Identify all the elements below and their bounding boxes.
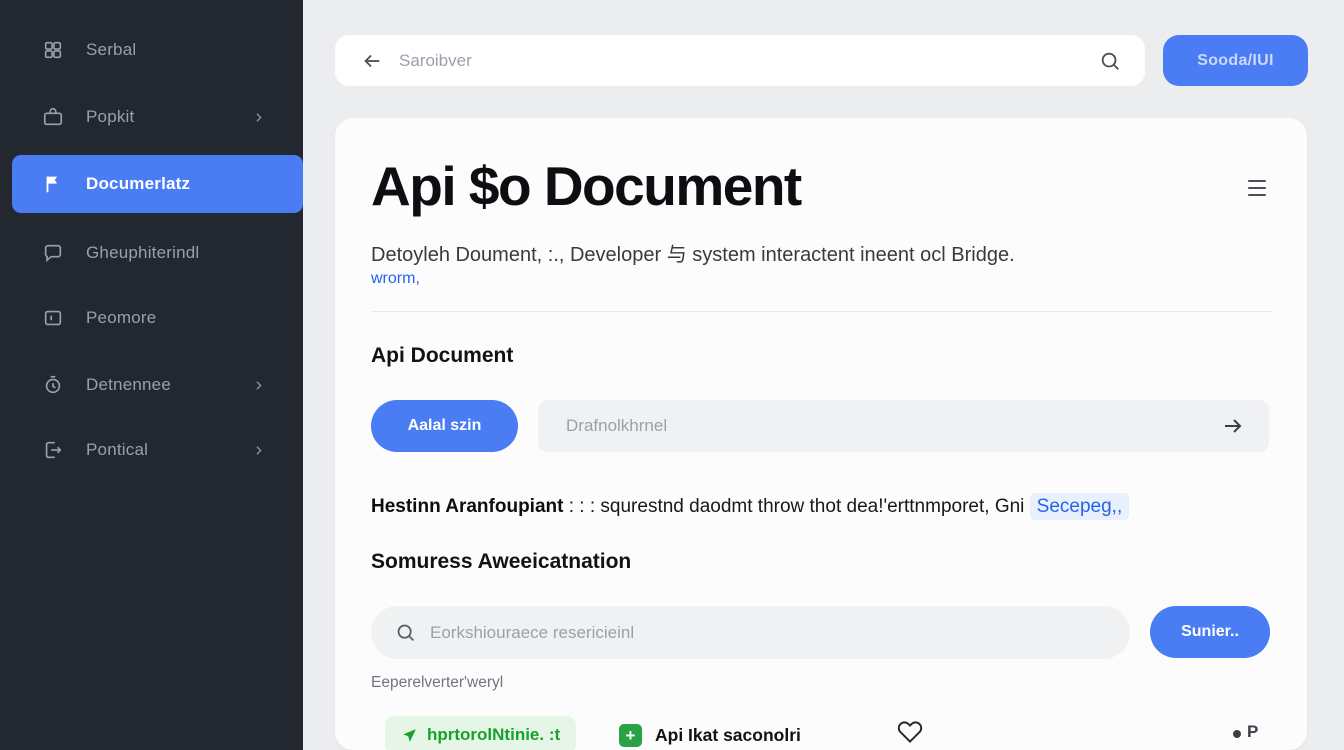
- note-bold-text: Hestinn Aranfoupiant: [371, 496, 563, 517]
- p-badge-icon[interactable]: P: [1247, 722, 1258, 742]
- status-badge[interactable]: hprtorolNtinie. :t: [385, 716, 576, 750]
- add-button[interactable]: Aalal szin: [371, 400, 518, 452]
- sidebar-item-label: Popkit: [86, 107, 134, 127]
- resources-heading: Somuress Aweeicatnation: [371, 550, 631, 574]
- sidebar-item-label: Pontical: [86, 440, 148, 460]
- sidebar-item-serbal[interactable]: Serbal: [0, 26, 303, 74]
- resources-search-button[interactable]: Sunier..: [1150, 606, 1270, 658]
- topbar-action-button[interactable]: Sooda/IUI: [1163, 35, 1308, 86]
- sidebar: Serbal Popkit Documerlatz Gheuphiterindl: [0, 0, 303, 750]
- status-badge-label: hprtorolNtinie. :t: [427, 725, 560, 745]
- logout-icon: [42, 439, 64, 461]
- grid-icon: [42, 39, 64, 61]
- divider: [371, 311, 1271, 312]
- clock-icon: [42, 374, 64, 396]
- menu-icon[interactable]: [1248, 180, 1266, 201]
- flag-icon: [42, 173, 64, 195]
- chevron-right-icon: [252, 111, 265, 124]
- resources-search-bar: [371, 606, 1130, 659]
- page-subtitle: Detoyleh Doument, :., Developer 与 system…: [371, 238, 1015, 267]
- note-body-text: : : : squrestnd daodmt throw thot dea!'e…: [563, 496, 1029, 517]
- sidebar-item-label: Serbal: [86, 40, 136, 60]
- result-item-title: Api Ikat saconolri: [655, 725, 801, 746]
- api-section-heading: Api Document: [371, 344, 513, 368]
- heart-icon[interactable]: [897, 718, 923, 744]
- description-note: Hestinn Aranfoupiant : : : squrestnd dao…: [371, 496, 1129, 518]
- search-icon[interactable]: [1099, 50, 1121, 72]
- search-icon: [395, 622, 416, 643]
- search-input[interactable]: [399, 51, 1099, 71]
- subtitle-link[interactable]: wrorm,: [371, 270, 420, 288]
- content-card: Api $o Document Detoyleh Doument, :., De…: [335, 118, 1307, 750]
- card-icon: [42, 307, 64, 329]
- sidebar-item-label: Gheuphiterindl: [86, 243, 199, 263]
- chat-icon: [42, 242, 64, 264]
- sidebar-item-label: Documerlatz: [86, 174, 190, 194]
- sidebar-item-label: Detnennee: [86, 375, 171, 395]
- green-plus-icon: +: [619, 724, 642, 747]
- sidebar-item-detnennee[interactable]: Detnennee: [0, 361, 303, 409]
- sidebar-item-popkit[interactable]: Popkit: [0, 93, 303, 141]
- sidebar-item-peomore[interactable]: Peomore: [0, 294, 303, 342]
- note-highlight-link[interactable]: Secepeg,,: [1030, 493, 1130, 520]
- chevron-right-icon: [252, 444, 265, 457]
- page-title: Api $o Document: [371, 154, 801, 218]
- api-input-field: [538, 400, 1269, 452]
- sidebar-item-pontical[interactable]: Pontical: [0, 426, 303, 474]
- arrow-right-icon[interactable]: [1221, 414, 1245, 438]
- sidebar-item-label: Peomore: [86, 308, 156, 328]
- dot-icon[interactable]: [1233, 730, 1241, 738]
- back-arrow-icon[interactable]: [361, 50, 383, 72]
- sidebar-item-gheuphiterindl[interactable]: Gheuphiterindl: [0, 229, 303, 277]
- share-arrow-icon: [401, 727, 418, 744]
- resources-search-input[interactable]: [430, 623, 1130, 643]
- briefcase-icon: [42, 106, 64, 128]
- results-caption: Eeperelverter'weryl: [371, 674, 503, 692]
- sidebar-item-documerlatz[interactable]: Documerlatz: [12, 155, 303, 213]
- api-input[interactable]: [566, 416, 1221, 436]
- top-search-bar: [335, 35, 1145, 86]
- chevron-right-icon: [252, 379, 265, 392]
